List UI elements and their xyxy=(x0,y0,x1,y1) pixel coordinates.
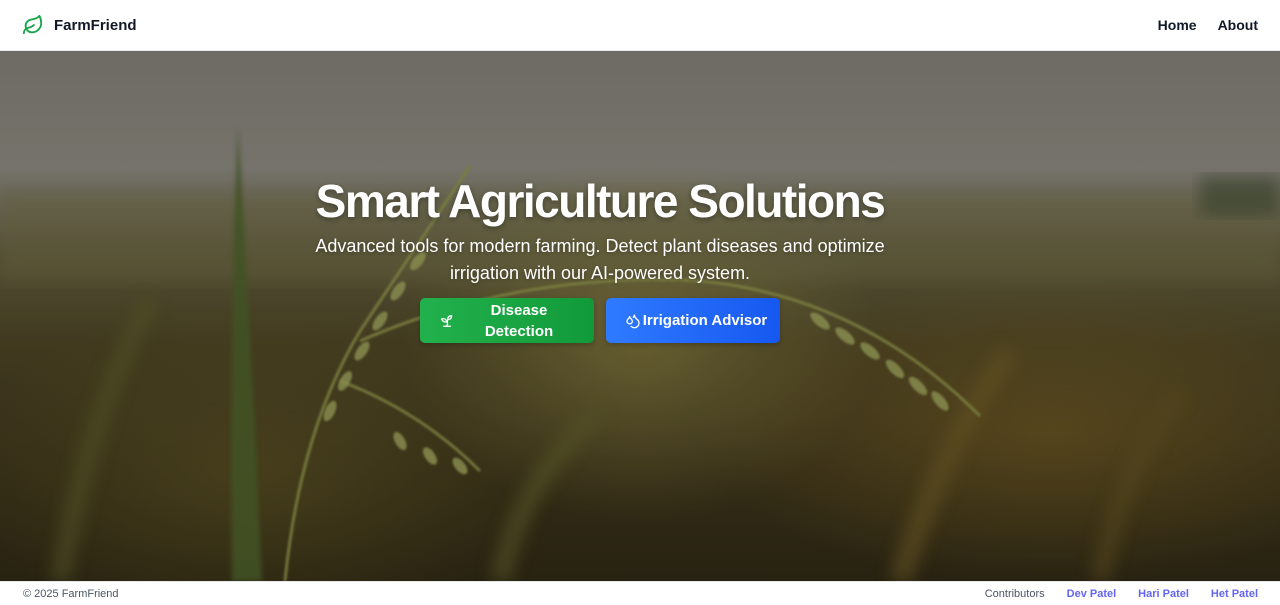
irrigation-advisor-button[interactable]: Irrigation Advisor xyxy=(606,298,780,343)
disease-detection-label: Disease Detection xyxy=(484,301,554,340)
contributors-label: Contributors xyxy=(984,587,1045,600)
hero-subtitle: Advanced tools for modern farming. Detec… xyxy=(315,236,885,283)
hero-content: Smart Agriculture Solutions Advanced too… xyxy=(240,173,960,287)
hero-buttons: Disease Detection Irrigation Advisor xyxy=(420,298,780,343)
hero-section: Smart Agriculture Solutions Advanced too… xyxy=(0,51,1280,581)
contributors: Contributors Dev Patel Hari Patel Het Pa… xyxy=(985,588,1258,600)
brand-name: FarmFriend xyxy=(54,16,137,34)
irrigation-advisor-label: Irrigation Advisor xyxy=(642,312,768,329)
contributor-link-dev-patel[interactable]: Dev Patel xyxy=(1067,588,1117,600)
sprout-icon xyxy=(438,312,456,330)
nav-links: Home About xyxy=(1158,17,1258,33)
brand[interactable]: FarmFriend xyxy=(22,14,137,36)
nav-link-about[interactable]: About xyxy=(1218,17,1258,33)
navbar: FarmFriend Home About xyxy=(0,0,1280,51)
nav-link-home[interactable]: Home xyxy=(1158,17,1197,33)
contributor-link-hari-patel[interactable]: Hari Patel xyxy=(1138,588,1189,600)
droplets-icon xyxy=(624,312,642,330)
leaf-icon xyxy=(22,14,44,36)
disease-detection-button[interactable]: Disease Detection xyxy=(420,298,594,343)
footer: © 2025 FarmFriend Contributors Dev Patel… xyxy=(0,581,1280,605)
contributor-link-het-patel[interactable]: Het Patel xyxy=(1211,588,1258,600)
copyright-text: © 2025 FarmFriend xyxy=(23,587,119,600)
hero-title: Smart Agriculture Solutions xyxy=(315,175,886,227)
